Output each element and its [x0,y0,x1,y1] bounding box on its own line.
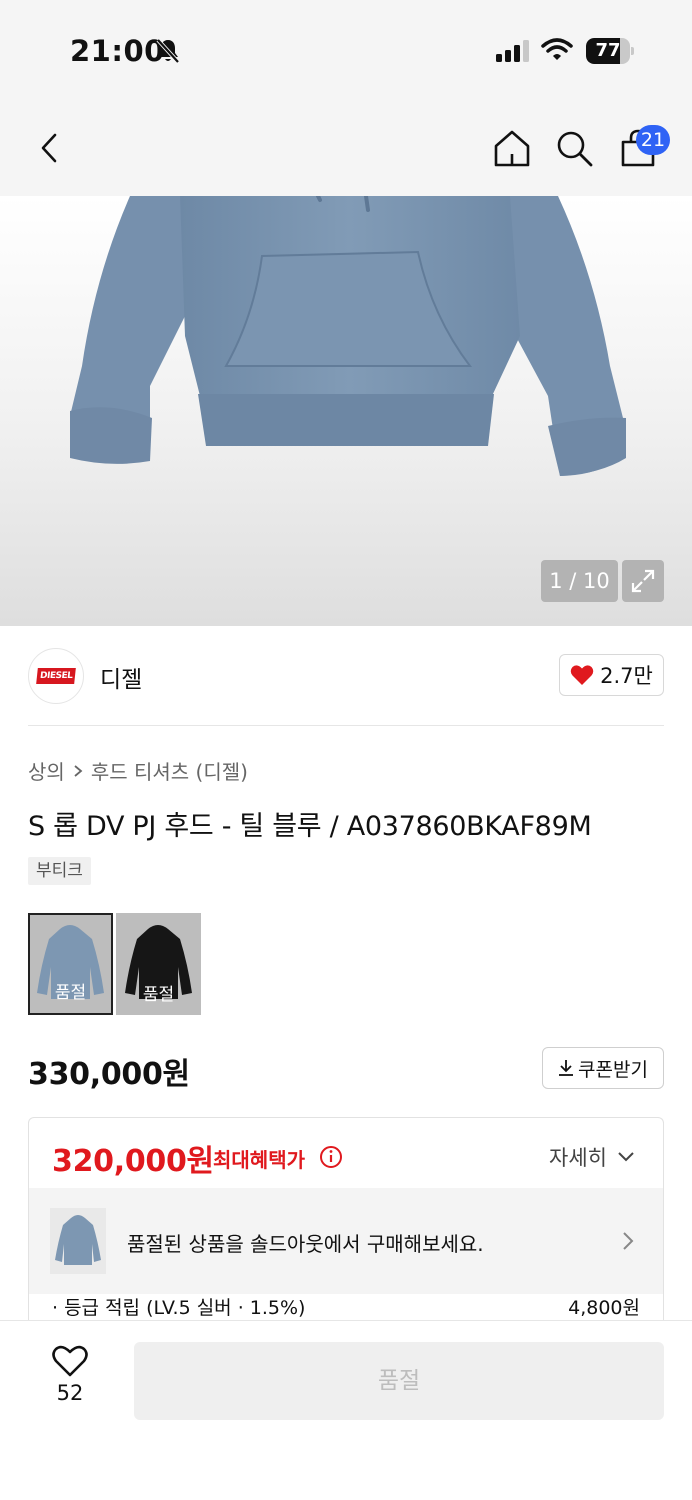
breadcrumb-category[interactable]: 상의 [28,756,65,785]
boutique-tag: 부티크 [28,857,91,885]
status-time: 21:00 [70,34,165,68]
heart-outline-icon [52,1345,88,1377]
coupon-button-label: 쿠폰받기 [578,1058,648,1081]
brand-name[interactable]: 디젤 [100,660,142,694]
expand-image-button[interactable] [622,560,664,602]
points-value: 4,800원 [568,1297,640,1319]
chevron-left-icon [41,133,57,163]
buy-button-soldout[interactable]: 품절 [134,1342,664,1420]
benefit-box: 320,000원 최대혜택가 자세히 품절된 상품을 솔드아웃에서 구매해보세요… [28,1117,664,1322]
brand-like-button[interactable]: 2.7만 [559,654,664,696]
home-icon [494,130,530,167]
product-title: S 롭 DV PJ 후드 - 틸 블루 / A037860BKAF89M [28,811,592,842]
image-counter: 1 / 10 [541,560,618,602]
divider [28,725,664,726]
breadcrumb-subcategory[interactable]: 후드 티셔츠 (디젤) [91,756,248,785]
color-option-blue[interactable]: 품절 [28,913,113,1015]
brand-logo[interactable]: DIESEL [28,648,84,704]
wishlist-count: 52 [56,1381,84,1405]
chevron-down-icon [618,1152,634,1162]
download-icon [559,1060,574,1076]
soldout-thumbnail [50,1208,106,1274]
soldout-promo-row[interactable]: 품절된 상품을 솔드아웃에서 구매해보세요. [29,1188,663,1294]
search-icon [557,131,593,167]
points-label: · 등급 적립 (LV.5 실버 · 1.5%) [52,1297,306,1319]
brand-like-count: 2.7만 [600,664,653,688]
soldout-message: 품절된 상품을 솔드아웃에서 구매해보세요. [127,1232,484,1256]
best-price-label: 최대혜택가 [213,1148,305,1172]
wishlist-button[interactable]: 52 [40,1345,100,1405]
back-button[interactable] [28,124,72,172]
chevron-right-icon [74,764,83,777]
benefit-detail-toggle[interactable]: 자세히 [549,1142,635,1172]
wifi-icon [541,38,573,66]
color-option-label: 품절 [142,985,175,1005]
diesel-logo: DIESEL [35,668,77,684]
search-button[interactable] [552,124,596,172]
status-bar: 21:00 77 [0,0,692,100]
battery-indicator: 77 [586,38,634,64]
color-option-black[interactable]: 품절 [116,913,201,1015]
home-button[interactable] [490,124,534,172]
bell-muted-icon [156,38,180,68]
breadcrumb: 상의 후드 티셔츠 (디젤) [28,756,248,785]
cellular-signal-icon [496,40,532,66]
bottom-action-bar: 52 품절 [0,1320,692,1500]
expand-icon [631,569,655,593]
heart-filled-icon [570,665,594,685]
color-option-label: 품절 [54,983,87,1003]
battery-percent: 77 [595,40,621,61]
detail-toggle-label: 자세히 [549,1146,607,1170]
best-price: 320,000원 [52,1144,214,1179]
coupon-download-button[interactable]: 쿠폰받기 [542,1047,664,1089]
info-icon[interactable] [319,1145,343,1173]
top-nav [0,100,692,196]
chevron-right-icon [621,1230,635,1256]
cart-count-badge: 21 [636,125,670,155]
original-price: 330,000원 [28,1057,190,1092]
